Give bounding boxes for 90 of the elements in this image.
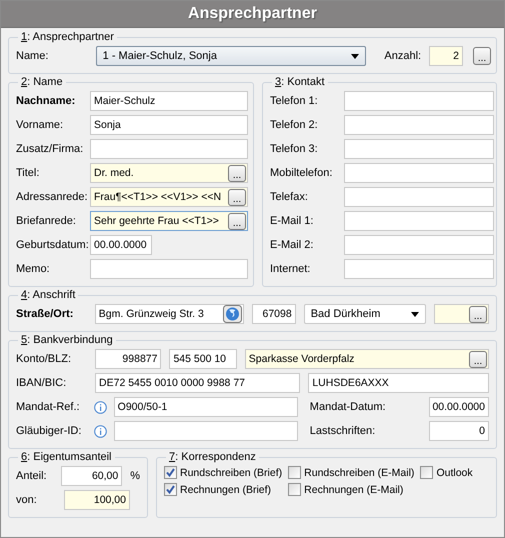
input-field[interactable]: LUHSDE6AXXX xyxy=(308,373,489,393)
input-field[interactable] xyxy=(344,235,494,255)
input-field[interactable]: 00.00.0000 xyxy=(429,397,489,417)
checkbox[interactable] xyxy=(288,483,302,496)
input-field[interactable] xyxy=(344,139,494,159)
field-label: Telefax: xyxy=(270,191,309,203)
input-field[interactable] xyxy=(90,259,248,279)
field-label: Nachname: xyxy=(16,95,76,107)
checkbox-option[interactable]: Rechnungen (Brief) xyxy=(164,483,282,496)
input-field[interactable]: Sparkasse Vorderpfalz ... xyxy=(244,349,489,369)
globe-button[interactable] xyxy=(223,305,242,323)
field-label: Telefon 2: xyxy=(270,119,319,131)
input-field[interactable] xyxy=(90,139,248,159)
section-title: 4: Anschrift xyxy=(20,289,76,301)
input-field[interactable]: 998877 xyxy=(95,349,162,369)
input-field[interactable] xyxy=(114,421,298,441)
input-field[interactable]: 0 xyxy=(429,421,489,441)
unit-label: % xyxy=(130,470,140,482)
window-title: Ansprechpartner xyxy=(188,5,317,23)
field-label: Telefon 1: xyxy=(270,95,319,107)
checkbox[interactable] xyxy=(164,466,177,479)
input-field[interactable]: 60,00 xyxy=(60,466,122,486)
input-field[interactable]: 2 xyxy=(429,46,463,66)
checkbox[interactable] xyxy=(164,483,177,496)
field-label: IBAN/BIC: xyxy=(16,377,68,389)
section-title: 6: Eigentumsanteil xyxy=(20,451,113,463)
field-label: Geburtsdatum: xyxy=(16,239,86,251)
caret-icon xyxy=(410,312,419,316)
field-label: Mobiltelefon: xyxy=(270,167,334,179)
ellipsis-button[interactable]: ... xyxy=(228,164,246,182)
ellipsis-button[interactable]: ... xyxy=(469,306,488,322)
field-label: Telefon 3: xyxy=(270,143,319,155)
field-label: Konto/BLZ: xyxy=(16,353,72,365)
field-label: Name: xyxy=(16,50,50,62)
field-label: Zusatz/Firma: xyxy=(16,143,84,155)
input-field[interactable]: Sehr geehrte Frau <<T1>> ... xyxy=(90,211,248,231)
input-field[interactable] xyxy=(344,115,494,135)
input-field[interactable]: 00.00.0000 xyxy=(90,235,152,255)
input-field[interactable] xyxy=(344,187,494,207)
info-icon xyxy=(94,424,107,438)
section-title: 7: Korrespondenz xyxy=(168,451,257,463)
field-label: Vorname: xyxy=(16,119,64,131)
ellipsis-button[interactable]: ... xyxy=(473,47,491,65)
input-field[interactable]: ... xyxy=(434,304,490,324)
input-field[interactable]: O900/50-1 xyxy=(114,397,298,417)
field-label: Mandat-Ref.: xyxy=(16,401,81,413)
checkbox-option[interactable]: Rechnungen (E-Mail) xyxy=(288,483,414,496)
field-label: Adressanrede: xyxy=(16,191,86,203)
section-title: 5: Bankverbindung xyxy=(20,334,114,346)
input-field[interactable] xyxy=(344,259,494,279)
ellipsis-button[interactable]: ... xyxy=(228,188,246,206)
ellipsis-button[interactable]: ... xyxy=(228,212,246,230)
name-dropdown[interactable]: 1 - Maier-Schulz, Sonja xyxy=(96,46,366,66)
field-label: Titel: xyxy=(16,167,40,179)
field-label: E-Mail 2: xyxy=(270,239,314,251)
field-label: Briefanrede: xyxy=(16,215,77,227)
input-field[interactable]: 545 500 10 xyxy=(169,349,237,369)
checkbox-option[interactable]: Rundschreiben (E-Mail) xyxy=(288,466,414,479)
field-label: Straße/Ort: xyxy=(16,308,74,320)
field-label: Lastschriften: xyxy=(310,425,376,437)
field-label: von: xyxy=(16,494,38,506)
field-label: Memo: xyxy=(16,263,51,275)
input-field[interactable] xyxy=(344,163,494,183)
field-label: E-Mail 1: xyxy=(270,215,314,227)
checkbox[interactable] xyxy=(288,466,302,479)
caret-icon xyxy=(351,54,360,58)
field-label: Internet: xyxy=(270,263,312,275)
input-field[interactable] xyxy=(344,211,494,231)
field-label: Anteil: xyxy=(16,470,48,482)
input-field[interactable]: Dr. med. ... xyxy=(90,163,248,183)
section-title: 3: Kontakt xyxy=(274,76,326,88)
city-dropdown[interactable]: Bad Dürkheim xyxy=(304,304,426,324)
checkbox[interactable] xyxy=(420,466,434,479)
ellipsis-button[interactable]: ... xyxy=(468,350,487,368)
field-label: Gläubiger-ID: xyxy=(16,425,82,437)
input-field[interactable]: Maier-Schulz xyxy=(90,91,248,111)
input-field[interactable]: Bgm. Grünzweig Str. 3 xyxy=(94,304,244,324)
input-field[interactable]: Frau¶<<T1>> <<V1>> <<N ... xyxy=(90,187,248,207)
input-field[interactable]: DE72 5455 0010 0000 9988 77 xyxy=(95,373,300,393)
info-icon xyxy=(94,400,107,414)
input-field[interactable] xyxy=(344,91,494,111)
input-field[interactable]: 100,00 xyxy=(64,490,130,510)
field-label: Mandat-Datum: xyxy=(310,401,387,413)
section-title: 1: Ansprechpartner xyxy=(20,31,115,43)
section-title: 2: Name xyxy=(20,76,64,88)
checkbox-option[interactable]: Outlook xyxy=(420,466,473,479)
field-label: Anzahl: xyxy=(384,50,422,62)
input-field[interactable]: 67098 xyxy=(252,304,296,324)
input-field[interactable]: Sonja xyxy=(90,115,248,135)
checkbox-option[interactable]: Rundschreiben (Brief) xyxy=(164,466,282,479)
